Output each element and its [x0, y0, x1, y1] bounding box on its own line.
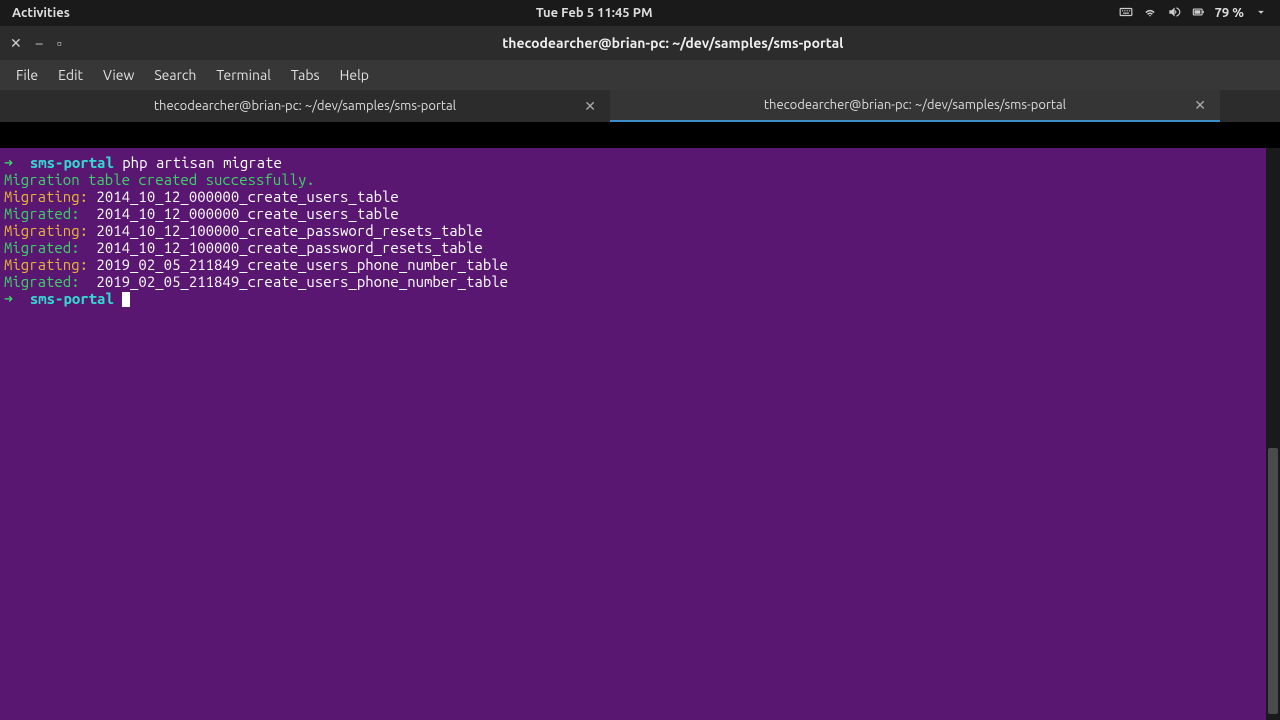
line-migrated-name: 2019_02_05_211849_create_users_phone_num… — [96, 273, 508, 290]
scrollbar-thumb[interactable] — [1268, 448, 1278, 714]
prompt-cwd: sms-portal — [30, 290, 114, 307]
line-migrating-name: 2014_10_12_000000_create_users_table — [96, 188, 398, 205]
line-migrating-label: Migrating: — [4, 188, 88, 205]
menu-terminal[interactable]: Terminal — [206, 63, 281, 87]
prompt-command: php artisan migrate — [122, 154, 282, 171]
close-icon[interactable]: ✕ — [10, 35, 22, 52]
menu-edit[interactable]: Edit — [48, 63, 93, 87]
tab-close-icon[interactable]: ✕ — [584, 98, 596, 115]
tab-0[interactable]: thecodearcher@brian-pc: ~/dev/samples/sm… — [0, 90, 610, 122]
battery-icon — [1191, 5, 1205, 22]
tab-label: thecodearcher@brian-pc: ~/dev/samples/sm… — [154, 99, 456, 113]
system-topbar: Activities Tue Feb 5 11:45 PM 79 % — [0, 0, 1280, 26]
tab-actions — [1220, 90, 1280, 122]
tabbar: thecodearcher@brian-pc: ~/dev/samples/sm… — [0, 90, 1280, 122]
prompt-arrow-icon: ➜ — [4, 154, 13, 171]
line-migrated-label: Migrated: — [4, 273, 80, 290]
terminal-window: ✕ – ▫ thecodearcher@brian-pc: ~/dev/samp… — [0, 26, 1280, 720]
menu-search[interactable]: Search — [144, 63, 206, 87]
line-success: Migration table created successfully. — [4, 171, 315, 188]
menubar: File Edit View Search Terminal Tabs Help — [0, 60, 1280, 90]
line-migrated-name: 2014_10_12_000000_create_users_table — [96, 205, 398, 222]
terminal-output[interactable]: ➜ sms-portal php artisan migrate Migrati… — [0, 148, 1280, 720]
tab-close-icon[interactable]: ✕ — [1194, 97, 1206, 114]
prompt-arrow-icon: ➜ — [4, 290, 13, 307]
menu-view[interactable]: View — [93, 63, 144, 87]
keyboard-icon — [1119, 5, 1133, 22]
line-migrated-name: 2014_10_12_100000_create_password_resets… — [96, 239, 482, 256]
clock[interactable]: Tue Feb 5 11:45 PM — [70, 6, 1119, 20]
line-migrated-label: Migrated: — [4, 239, 80, 256]
scrollbar-track[interactable] — [1266, 148, 1280, 720]
battery-percent: 79 % — [1215, 6, 1244, 20]
volume-icon — [1167, 5, 1181, 22]
menu-file[interactable]: File — [6, 63, 48, 87]
tab-label: thecodearcher@brian-pc: ~/dev/samples/sm… — [764, 98, 1066, 112]
minimize-icon[interactable]: – — [36, 35, 43, 51]
menu-help[interactable]: Help — [330, 63, 379, 87]
line-migrating-label: Migrating: — [4, 222, 88, 239]
chevron-down-icon — [1254, 5, 1268, 22]
cursor — [122, 292, 130, 307]
line-migrating-label: Migrating: — [4, 256, 88, 273]
activities-button[interactable]: Activities — [12, 6, 70, 20]
line-migrating-name: 2019_02_05_211849_create_users_phone_num… — [96, 256, 508, 273]
tab-1[interactable]: thecodearcher@brian-pc: ~/dev/samples/sm… — [610, 90, 1220, 122]
system-tray[interactable]: 79 % — [1119, 5, 1268, 22]
window-titlebar: ✕ – ▫ thecodearcher@brian-pc: ~/dev/samp… — [0, 26, 1280, 60]
window-title: thecodearcher@brian-pc: ~/dev/samples/sm… — [76, 35, 1270, 51]
menu-tabs[interactable]: Tabs — [281, 63, 330, 87]
line-migrated-label: Migrated: — [4, 205, 80, 222]
line-migrating-name: 2014_10_12_100000_create_password_resets… — [96, 222, 482, 239]
maximize-icon[interactable]: ▫ — [57, 35, 62, 51]
prompt-cwd: sms-portal — [30, 154, 114, 171]
wifi-icon — [1143, 5, 1157, 22]
